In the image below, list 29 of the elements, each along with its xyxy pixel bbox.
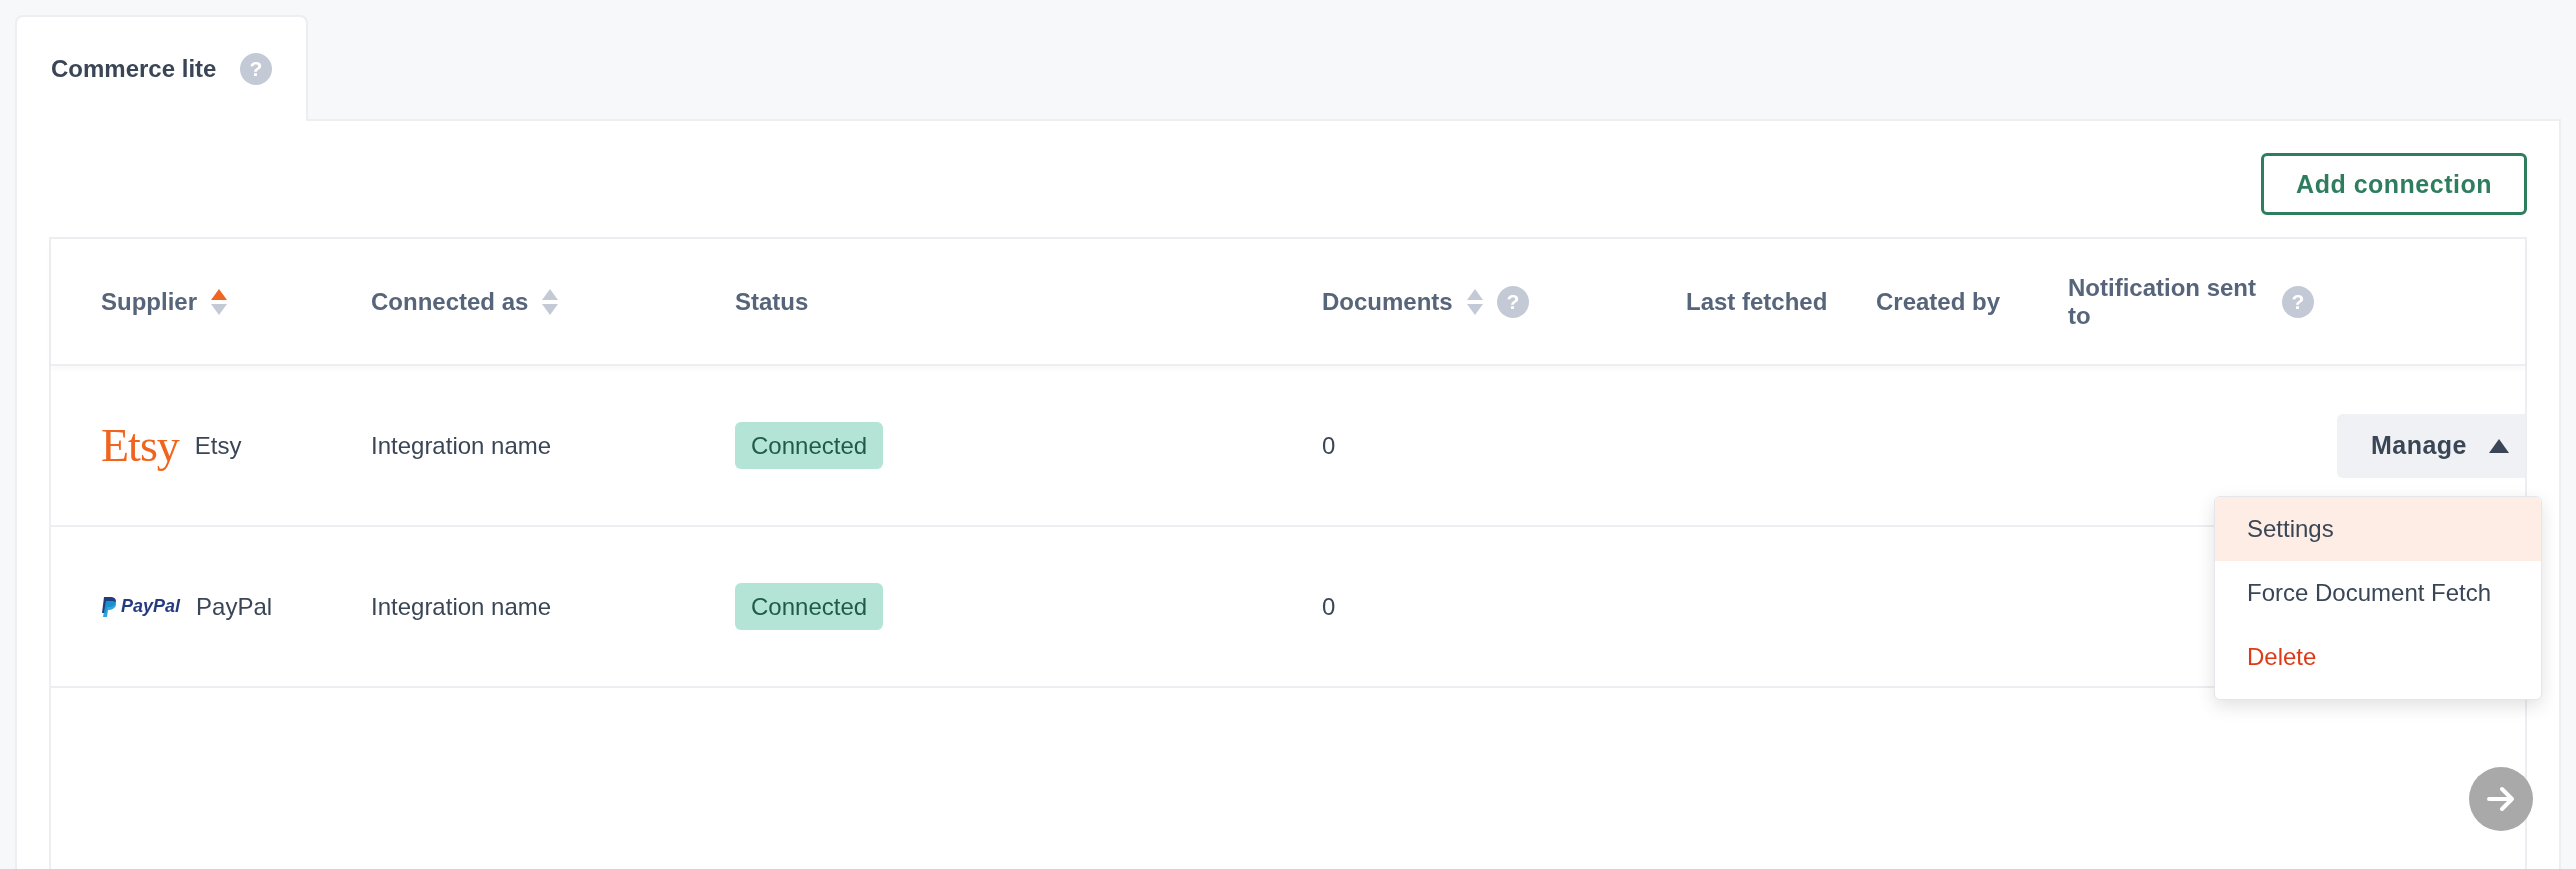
sort-icon[interactable] [211, 288, 227, 315]
table-cell: PayPal [196, 592, 273, 621]
menu-item[interactable]: Settings [2215, 497, 2541, 561]
menu-item[interactable]: Delete [2215, 625, 2541, 689]
table-cell-text: 0 [1322, 431, 1337, 460]
tab[interactable]: Commerce lite ? [15, 15, 309, 121]
column-header: Documents [1322, 287, 1453, 316]
table-cell: Etsy [194, 431, 242, 460]
logo: PayPal [101, 596, 181, 617]
add-connection-button[interactable]: Add connection [2261, 153, 2527, 215]
column-header: Notification sent to [2068, 273, 2257, 330]
column-header: Connected as [371, 287, 529, 316]
manage-button[interactable]: Manage [2336, 413, 2525, 478]
table-cell-text: Integration name [371, 592, 553, 621]
p-mark-icon [101, 596, 117, 617]
column-header: Status [735, 287, 809, 316]
table-cell-text: Integration name [371, 431, 553, 460]
sort-icon[interactable] [542, 288, 559, 315]
arrow-right-icon [2486, 784, 2516, 814]
menu-item[interactable]: Force Document Fetch [2215, 561, 2541, 625]
caret-up-icon [2489, 438, 2509, 453]
sort-icon[interactable] [1466, 288, 1483, 315]
column-header: Last fetched [1686, 287, 1828, 316]
logo: Etsy [101, 419, 179, 472]
table-cell-text: 0 [1322, 592, 1337, 621]
column-header: Supplier [101, 287, 197, 316]
column-header: Created by [1876, 287, 2001, 316]
status-badge: Connected [735, 582, 884, 630]
status-badge: Connected [735, 421, 884, 469]
